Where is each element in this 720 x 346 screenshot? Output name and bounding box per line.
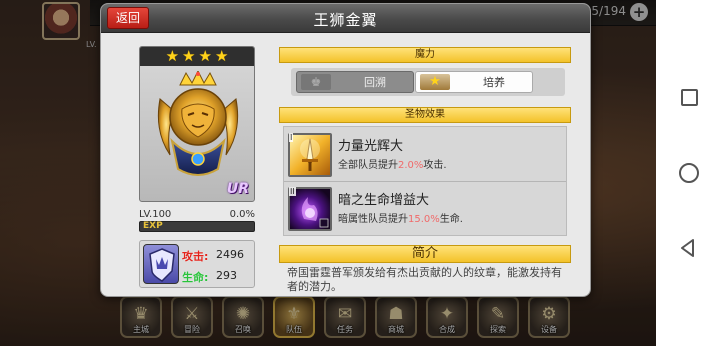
attack-stat: 攻击: 2496 <box>182 246 254 264</box>
dialog-header: 返回 王狮金翼 <box>101 4 590 33</box>
rarity-badge: UR <box>226 181 249 197</box>
exp-label: EXP <box>143 221 163 231</box>
effect-name: 暗之生命增益大 <box>338 193 430 208</box>
effect-desc-suffix: 生命. <box>439 214 463 225</box>
back-triangle-icon[interactable] <box>676 236 700 260</box>
android-nav-bar <box>656 0 720 346</box>
effect-desc-percent: 2.0% <box>398 160 424 171</box>
effect-rank: I <box>289 133 294 142</box>
magic-section-header: 魔力 <box>279 47 571 63</box>
hp-value: 293 <box>216 269 237 282</box>
effect-desc-percent: 15.0% <box>408 214 440 225</box>
star-icon: ★ <box>198 47 212 65</box>
exp-percent: 0.0% <box>229 209 255 220</box>
effect-description: 全部队员提升2.0%攻击. <box>338 156 447 171</box>
effect-desc-prefix: 全部队员提升 <box>338 160 398 171</box>
effect-desc-suffix: 攻击. <box>423 160 447 171</box>
recall-label: 回溯 <box>364 76 386 89</box>
recall-button[interactable]: ♚ 回溯 <box>296 71 414 93</box>
intro-section-header: 简介 <box>279 245 571 263</box>
relic-card[interactable]: ★ ★ ★ ★ UR <box>139 46 255 202</box>
attack-label: 攻击: <box>182 250 209 263</box>
hp-label: 生命: <box>182 271 209 284</box>
relic-detail-dialog: 返回 王狮金翼 ★ ★ ★ ★ UR LV.100 0.0% EXP 攻击: 2… <box>100 3 591 297</box>
effect-rank: II <box>289 187 296 196</box>
golden-sword-icon <box>288 133 332 177</box>
effects-section-header: 圣物效果 <box>279 107 571 123</box>
star-icon: ★ <box>214 47 229 65</box>
attack-value: 2496 <box>216 248 244 261</box>
effect-description: 暗属性队员提升15.0%生命. <box>338 210 463 225</box>
exp-bar: EXP <box>139 221 255 232</box>
intro-text: 帝国雷霆普军颁发给有杰出贡献的人的纹章，能激发持有者的潜力。 <box>287 266 562 293</box>
crown-gray-icon: ♚ <box>301 74 331 90</box>
star-rating: ★ ★ ★ ★ <box>140 47 254 66</box>
train-button[interactable]: ★ 培养 <box>415 71 533 93</box>
train-label: 培养 <box>483 76 505 89</box>
stats-box: 攻击: 2496 生命: 293 <box>139 240 255 288</box>
level-text: LV.100 <box>139 209 172 220</box>
effect-name: 力量光辉大 <box>338 139 404 154</box>
home-icon[interactable] <box>676 160 700 184</box>
effects-list: I 力量光辉大 全部队员提升2.0%攻击. II 暗之生命增益大 暗属性队员提升… <box>283 126 567 236</box>
star-icon: ★ <box>182 47 196 65</box>
shield-emblem-icon <box>143 244 179 284</box>
effect-desc-prefix: 暗属性队员提升 <box>338 214 408 225</box>
star-icon: ★ <box>165 47 180 65</box>
lion-crest-icon <box>152 69 244 183</box>
hp-stat: 生命: 293 <box>182 267 254 285</box>
magic-mode-toggle: ♚ 回溯 ★ 培养 <box>291 68 565 96</box>
dialog-title: 王狮金翼 <box>313 11 378 29</box>
effect-item[interactable]: I 力量光辉大 全部队员提升2.0%攻击. <box>284 129 566 182</box>
recent-apps-icon[interactable] <box>676 84 700 108</box>
star-crown-icon: ★ <box>420 74 450 90</box>
level-row: LV.100 0.0% <box>139 209 255 221</box>
effect-item[interactable]: II 暗之生命增益大 暗属性队员提升15.0%生命. <box>284 183 566 236</box>
